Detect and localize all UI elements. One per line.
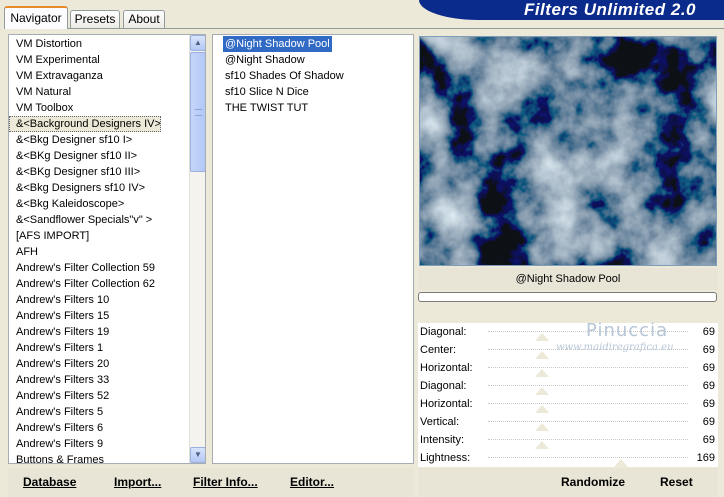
parameter-label: Horizontal:: [420, 398, 473, 410]
filter-category-item[interactable]: VM Experimental: [9, 52, 100, 68]
scroll-thumb[interactable]: [190, 52, 205, 172]
parameter-slider-row[interactable]: Horizontal: 69: [418, 359, 718, 377]
filter-category-item[interactable]: Andrew's Filters 15: [9, 308, 109, 324]
parameter-label: Diagonal:: [420, 380, 467, 392]
randomize-button[interactable]: Randomize: [561, 474, 625, 490]
filter-category-item[interactable]: Andrew's Filter Collection 59: [9, 260, 155, 276]
parameter-slider-row[interactable]: Lightness: 169: [418, 449, 718, 467]
filter-category-item[interactable]: Andrew's Filters 1: [9, 340, 103, 356]
slider-track[interactable]: [488, 385, 688, 386]
slider-track[interactable]: [488, 367, 688, 368]
slider-track[interactable]: [488, 457, 688, 458]
tab-bar: Navigator Presets About Filters Unlimite…: [0, 0, 724, 29]
parameter-value: 169: [696, 452, 715, 464]
filter-effect-item[interactable]: sf10 Shades Of Shadow: [223, 68, 346, 84]
parameter-slider-row[interactable]: Diagonal: 69: [418, 323, 718, 341]
filter-category-item[interactable]: Buttons & Frames: [9, 452, 104, 463]
slider-thumb[interactable]: [535, 369, 550, 377]
slider-thumb[interactable]: [535, 333, 550, 341]
filter-category-item[interactable]: Andrew's Filters 5: [9, 404, 103, 420]
filter-category-item[interactable]: [AFS IMPORT]: [9, 228, 89, 244]
slider-thumb[interactable]: [535, 441, 550, 449]
filter-category-item[interactable]: Andrew's Filter Collection 62: [9, 276, 155, 292]
filter-category-item[interactable]: Andrew's Filters 52: [9, 388, 109, 404]
filter-effect-item[interactable]: @Night Shadow: [223, 52, 307, 68]
filter-category-item[interactable]: Andrew's Filters 33: [9, 372, 109, 388]
parameter-label: Center:: [420, 344, 457, 356]
parameter-label: Intensity:: [420, 434, 465, 446]
parameter-value: 69: [702, 380, 715, 392]
parameter-value: 69: [702, 434, 715, 446]
import-button[interactable]: Import...: [114, 474, 161, 490]
parameter-value: 69: [702, 362, 715, 374]
filter-category-item[interactable]: Andrew's Filters 10: [9, 292, 109, 308]
slider-track[interactable]: [488, 439, 688, 440]
filter-list-scrollbar[interactable]: ▲ ▼: [189, 35, 205, 463]
filter-category-item[interactable]: AFH: [9, 244, 38, 260]
filter-category-item[interactable]: Andrew's Filters 20: [9, 356, 109, 372]
tab-about[interactable]: About: [123, 10, 165, 28]
parameter-value: 69: [702, 416, 715, 428]
filter-category-item[interactable]: VM Toolbox: [9, 100, 73, 116]
parameter-slider-row[interactable]: Center: 69: [418, 341, 718, 359]
parameter-label: Vertical:: [420, 416, 460, 428]
filter-category-item[interactable]: &<BKg Designer sf10 II>: [9, 148, 137, 164]
filter-effect-item[interactable]: THE TWIST TUT: [223, 100, 310, 116]
filter-category-item[interactable]: &<Sandflower Specials"v" >: [9, 212, 152, 228]
filter-effect-item[interactable]: sf10 Slice N Dice: [223, 84, 311, 100]
parameter-panel: Diagonal: 69 Center: 69 Horizontal: 69 Diagona…: [418, 323, 718, 467]
filter-category-item[interactable]: VM Distortion: [9, 36, 82, 52]
slider-thumb[interactable]: [535, 387, 550, 395]
progress-bar: [418, 292, 717, 302]
filter-effect-list[interactable]: @Night Shadow Pool @Night Shadow sf10 Shad…: [212, 34, 414, 464]
filter-category-item[interactable]: &<Background Designers IV>: [9, 116, 161, 132]
slider-thumb[interactable]: [535, 351, 550, 359]
filter-category-item[interactable]: &<BKg Designer sf10 III>: [9, 164, 140, 180]
parameter-slider-row[interactable]: Diagonal: 69: [418, 377, 718, 395]
filter-info-button[interactable]: Filter Info...: [193, 474, 258, 490]
parameter-slider-row[interactable]: Intensity: 69: [418, 431, 718, 449]
parameter-label: Horizontal:: [420, 362, 473, 374]
slider-track[interactable]: [488, 403, 688, 404]
filter-category-item[interactable]: Andrew's Filters 6: [9, 420, 103, 436]
filter-category-item[interactable]: Andrew's Filters 9: [9, 436, 103, 452]
database-button[interactable]: Database: [23, 474, 76, 490]
tab-navigator[interactable]: Navigator: [4, 6, 68, 29]
slider-track[interactable]: [488, 421, 688, 422]
tab-presets[interactable]: Presets: [70, 10, 120, 28]
editor-button[interactable]: Editor...: [290, 474, 334, 490]
bottom-toolbar-right: Randomize Reset: [418, 468, 718, 497]
parameter-value: 69: [702, 344, 715, 356]
filter-category-item[interactable]: VM Extravaganza: [9, 68, 103, 84]
selected-effect-name: @Night Shadow Pool: [418, 268, 718, 290]
app-banner: Filters Unlimited 2.0: [419, 0, 724, 20]
slider-thumb[interactable]: [613, 459, 628, 467]
filter-category-item[interactable]: Andrew's Filters 19: [9, 324, 109, 340]
slider-track[interactable]: [488, 349, 688, 350]
filter-category-list[interactable]: VM Distortion VM Experimental VM Extravaga…: [8, 34, 206, 464]
slider-thumb[interactable]: [535, 423, 550, 431]
scroll-up-button[interactable]: ▲: [190, 35, 205, 51]
parameter-value: 69: [702, 398, 715, 410]
slider-track[interactable]: [488, 331, 688, 332]
reset-button[interactable]: Reset: [660, 474, 693, 490]
parameter-label: Diagonal:: [420, 326, 467, 338]
filter-category-item[interactable]: &<Bkg Designers sf10 IV>: [9, 180, 145, 196]
filter-category-item[interactable]: &<Bkg Kaleidoscope>: [9, 196, 124, 212]
filter-category-item[interactable]: VM Natural: [9, 84, 71, 100]
filter-effect-item[interactable]: @Night Shadow Pool: [223, 36, 332, 52]
parameter-value: 69: [702, 326, 715, 338]
bottom-toolbar-left: Database Import... Filter Info... Editor…: [8, 468, 413, 497]
parameter-label: Lightness:: [420, 452, 471, 464]
slider-thumb[interactable]: [535, 405, 550, 413]
effect-preview-image: [419, 36, 717, 266]
parameter-slider-row[interactable]: Vertical: 69: [418, 413, 718, 431]
scroll-down-button[interactable]: ▼: [190, 447, 205, 463]
filter-category-item[interactable]: &<Bkg Designer sf10 I>: [9, 132, 132, 148]
parameter-slider-row[interactable]: Horizontal: 69: [418, 395, 718, 413]
